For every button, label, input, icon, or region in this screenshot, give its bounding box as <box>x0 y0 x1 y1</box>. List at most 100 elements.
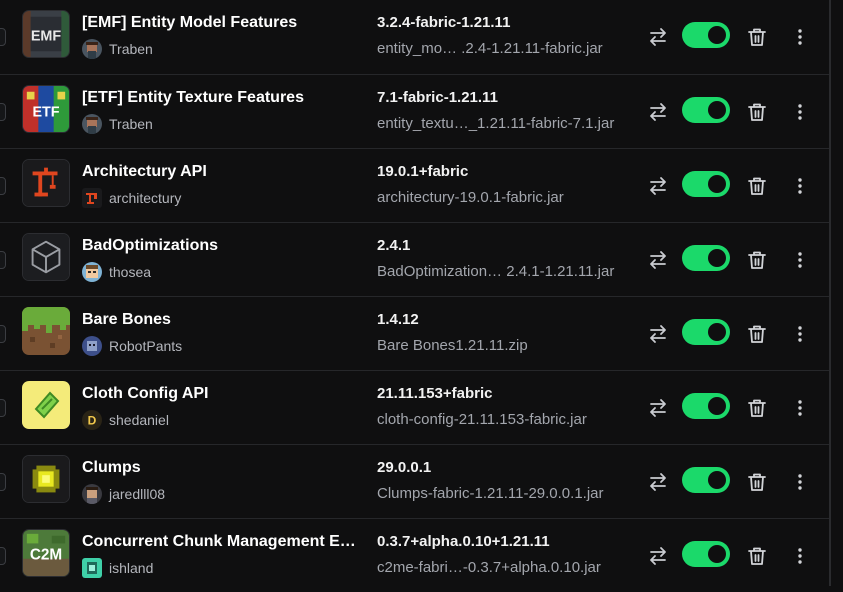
mod-row: Clumps jaredlll08 29.0.0.1 Clumps-fabric… <box>0 444 829 518</box>
mod-filename: BadOptimization… 2.4.1-1.21.11.jar <box>377 263 615 280</box>
mod-author[interactable]: thosea <box>82 262 151 282</box>
trash-icon[interactable] <box>746 323 768 345</box>
trash-icon[interactable] <box>746 397 768 419</box>
enable-toggle[interactable] <box>682 22 730 48</box>
svg-text:EMF: EMF <box>31 29 62 45</box>
emf-icon: EMF <box>22 10 70 58</box>
avatar <box>82 558 102 578</box>
select-checkbox[interactable] <box>0 473 6 491</box>
enable-toggle[interactable] <box>682 393 730 419</box>
svg-text:C2M: C2M <box>30 547 62 564</box>
more-options-icon[interactable] <box>789 175 811 197</box>
mod-author[interactable]: jaredlll08 <box>82 484 165 504</box>
mod-name[interactable]: Architectury API <box>82 163 367 181</box>
mod-name[interactable]: [EMF] Entity Model Features <box>82 14 367 32</box>
more-options-icon[interactable] <box>789 471 811 493</box>
mod-row: BadOptimizations thosea 2.4.1 BadOptimiz… <box>0 222 829 296</box>
enable-toggle[interactable] <box>682 171 730 197</box>
mod-name[interactable]: Cloth Config API <box>82 385 367 403</box>
trash-icon[interactable] <box>746 249 768 271</box>
select-checkbox[interactable] <box>0 547 6 565</box>
enable-toggle[interactable] <box>682 245 730 271</box>
xp-orb-icon <box>22 455 70 503</box>
cube-outline-icon <box>22 233 70 281</box>
trash-icon[interactable] <box>746 545 768 567</box>
mod-version: 7.1-fabric-1.21.11 <box>377 89 498 106</box>
crane-icon <box>22 159 70 207</box>
mod-author[interactable]: Traben <box>82 114 153 134</box>
mod-row: Cloth Config API D shedaniel 21.11.153+f… <box>0 370 829 444</box>
mod-filename: cloth-config-21.11.153-fabric.jar <box>377 411 587 428</box>
mod-version: 1.4.12 <box>377 311 419 328</box>
avatar: D <box>82 410 102 430</box>
author-name: architectury <box>109 190 182 206</box>
enable-toggle[interactable] <box>682 467 730 493</box>
mod-filename: entity_textu…_1.21.11-fabric-7.1.jar <box>377 115 615 132</box>
select-checkbox[interactable] <box>0 399 6 417</box>
mod-author[interactable]: ishland <box>82 558 153 578</box>
mod-version: 21.11.153+fabric <box>377 385 493 402</box>
more-options-icon[interactable] <box>789 249 811 271</box>
select-checkbox[interactable] <box>0 251 6 269</box>
mod-author[interactable]: D shedaniel <box>82 410 169 430</box>
mod-name[interactable]: Clumps <box>82 459 367 477</box>
avatar <box>82 39 102 59</box>
mod-filename: Clumps-fabric-1.21.11-29.0.0.1.jar <box>377 485 604 502</box>
trash-icon[interactable] <box>746 26 768 48</box>
more-options-icon[interactable] <box>789 545 811 567</box>
mod-name[interactable]: Concurrent Chunk Management E… <box>82 533 367 551</box>
mod-version: 2.4.1 <box>377 237 411 254</box>
mod-row: EMF [EMF] Entity Model Features Traben 3… <box>0 0 829 74</box>
c2me-icon: C2M <box>22 529 70 577</box>
more-options-icon[interactable] <box>789 26 811 48</box>
select-checkbox[interactable] <box>0 325 6 343</box>
mod-author[interactable]: Traben <box>82 39 153 59</box>
trash-icon[interactable] <box>746 101 768 123</box>
mod-author[interactable]: architectury <box>82 188 181 208</box>
svg-text:D: D <box>88 414 97 428</box>
mod-filename: architectury-19.0.1-fabric.jar <box>377 189 564 206</box>
trash-icon[interactable] <box>746 175 768 197</box>
author-name: Traben <box>109 41 153 57</box>
mod-version: 0.3.7+alpha.0.10+1.21.11 <box>377 533 550 550</box>
select-checkbox[interactable] <box>0 103 6 121</box>
cloth-icon <box>22 381 70 429</box>
etf-icon: ETF <box>22 85 70 133</box>
swap-version-icon[interactable] <box>647 175 669 197</box>
more-options-icon[interactable] <box>789 323 811 345</box>
swap-version-icon[interactable] <box>647 323 669 345</box>
mod-name[interactable]: [ETF] Entity Texture Features <box>82 89 367 107</box>
enable-toggle[interactable] <box>682 97 730 123</box>
mod-name[interactable]: Bare Bones <box>82 311 367 329</box>
author-name: jaredlll08 <box>109 486 166 502</box>
author-name: Traben <box>109 116 153 132</box>
mod-row: Bare Bones RobotPants 1.4.12 Bare Bones1… <box>0 296 829 370</box>
avatar <box>82 262 102 282</box>
mod-row: Architectury API architectury 19.0.1+fab… <box>0 148 829 222</box>
mod-author[interactable]: RobotPants <box>82 336 182 356</box>
mod-row: C2M Concurrent Chunk Management E… ishla… <box>0 518 829 592</box>
select-checkbox[interactable] <box>0 28 6 46</box>
scrollbar-track[interactable] <box>829 0 831 586</box>
trash-icon[interactable] <box>746 471 768 493</box>
mod-name[interactable]: BadOptimizations <box>82 237 367 255</box>
author-name: ishland <box>109 560 154 576</box>
swap-version-icon[interactable] <box>647 249 669 271</box>
swap-version-icon[interactable] <box>647 26 669 48</box>
author-name: RobotPants <box>109 338 183 354</box>
more-options-icon[interactable] <box>789 101 811 123</box>
mod-version: 29.0.0.1 <box>377 459 432 476</box>
swap-version-icon[interactable] <box>647 101 669 123</box>
avatar <box>82 114 102 134</box>
avatar <box>82 484 102 504</box>
mod-filename: entity_mo… .2.4-1.21.11-fabric.jar <box>377 40 603 57</box>
swap-version-icon[interactable] <box>647 397 669 419</box>
mod-filename: c2me-fabri…-0.3.7+alpha.0.10.jar <box>377 559 601 576</box>
more-options-icon[interactable] <box>789 397 811 419</box>
swap-version-icon[interactable] <box>647 545 669 567</box>
select-checkbox[interactable] <box>0 177 6 195</box>
swap-version-icon[interactable] <box>647 471 669 493</box>
enable-toggle[interactable] <box>682 541 730 567</box>
mod-version: 19.0.1+fabric <box>377 163 469 180</box>
enable-toggle[interactable] <box>682 319 730 345</box>
